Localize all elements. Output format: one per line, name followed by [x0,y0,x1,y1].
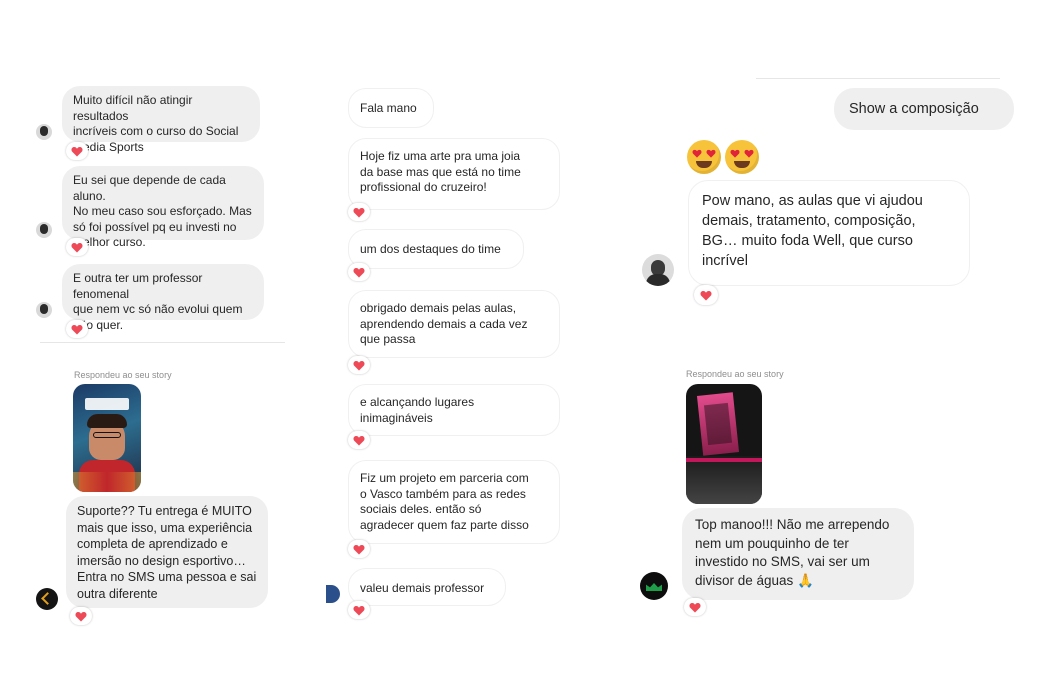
message-bubble[interactable]: um dos destaques do time [348,229,524,269]
heart-reaction[interactable] [66,320,88,338]
message-bubble[interactable]: Pow mano, as aulas que vi ajudou demais,… [688,180,970,286]
story-reply-label: Respondeu ao seu story [74,370,172,380]
avatar[interactable] [640,572,668,600]
story-reply-label: Respondeu ao seu story [686,369,784,379]
heart-icon [71,324,83,334]
message-bubble[interactable]: Muito difícil não atingir resultados inc… [62,86,260,154]
heart-icon [353,207,365,217]
heart-icon [700,290,712,300]
avatar[interactable] [36,302,52,318]
heart-reaction[interactable] [70,607,92,625]
heart-reaction[interactable] [348,263,370,281]
message-bubble[interactable]: Hoje fiz uma arte pra uma joia da base m… [348,138,560,210]
message-bubble[interactable]: Top manoo!!! Não me arrependo nem um pou… [682,508,914,600]
sent-message-bubble[interactable]: Show a composição [834,88,1014,130]
message-bubble[interactable]: valeu demais professor [348,568,506,606]
avatar[interactable] [326,585,340,603]
message-bubble[interactable]: E outra ter um professor fenomenal que n… [62,264,264,332]
message-bubble[interactable]: obrigado demais pelas aulas, aprendendo … [348,290,560,358]
heart-reaction[interactable] [694,285,718,305]
heart-icon [71,146,83,156]
avatar[interactable] [36,124,52,140]
heart-icon [75,611,87,621]
heart-icon [689,602,701,612]
heart-icon [353,267,365,277]
message-bubble[interactable]: Fala mano [348,88,434,128]
divider [756,78,1000,79]
divider [40,342,285,343]
heart-icon [353,544,365,554]
heart-icon [353,435,365,445]
heart-icon [71,242,83,252]
heart-reaction[interactable] [348,203,370,221]
avatar[interactable] [36,588,58,610]
heart-reaction[interactable] [348,601,370,619]
story-thumbnail[interactable] [686,384,762,504]
heart-reaction[interactable] [348,356,370,374]
message-bubble[interactable]: Suporte?? Tu entrega é MUITO mais que is… [66,496,268,608]
heart-reaction[interactable] [348,431,370,449]
heart-icon [353,360,365,370]
heart-reaction[interactable] [66,142,88,160]
message-bubble[interactable]: e alcançando lugares inimagináveis [348,384,560,436]
message-bubble[interactable]: Eu sei que depende de cada aluno. No meu… [62,166,264,249]
avatar[interactable] [642,254,674,286]
story-thumbnail[interactable] [73,384,141,492]
message-bubble[interactable]: Fiz um projeto em parceria com o Vasco t… [348,460,560,544]
heart-icon [353,605,365,615]
heart-reaction[interactable] [684,598,706,616]
heart-reaction[interactable] [66,238,88,256]
avatar[interactable] [36,222,52,238]
heart-reaction[interactable] [348,540,370,558]
